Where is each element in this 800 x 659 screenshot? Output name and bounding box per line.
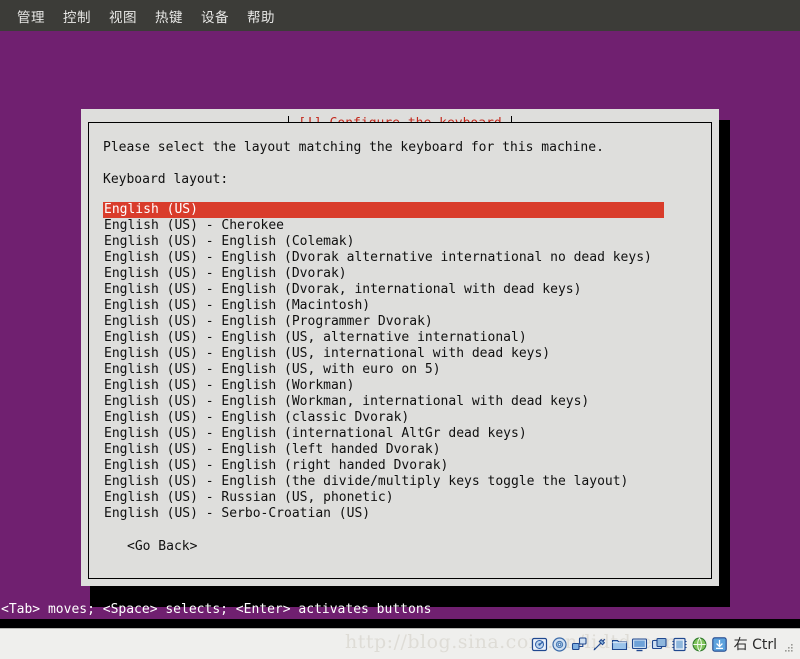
list-item[interactable]: English (US) - Russian (US, phonetic) [103, 490, 697, 506]
cd-dvd-icon[interactable] [551, 636, 568, 653]
list-item[interactable]: English (US) - English (Programmer Dvora… [103, 314, 697, 330]
guest-bottom-strip [0, 619, 800, 628]
list-item[interactable]: English (US) - English (Dvorak, internat… [103, 282, 697, 298]
vm-window-menubar: 管理 控制 视图 热键 设备 帮助 [0, 0, 800, 31]
list-item[interactable]: English (US) - English (left handed Dvor… [103, 442, 697, 458]
guest-screen: [!] Configure the keyboard Please select… [0, 31, 800, 628]
resize-grip[interactable] [782, 638, 794, 650]
dialog-button-row: <Go Back> [103, 539, 697, 555]
list-item[interactable]: English (US) - English (US, alternative … [103, 330, 697, 346]
shared-clipboard-icon[interactable] [651, 636, 668, 653]
cpu-icon[interactable] [671, 636, 688, 653]
menu-control[interactable]: 控制 [54, 2, 100, 30]
shared-folders-icon[interactable] [611, 636, 628, 653]
list-item[interactable]: English (US) - English (Workman) [103, 378, 697, 394]
usb-device-icon[interactable] [591, 636, 608, 653]
vm-statusbar: http://blog.sina.com.cn/lidtdream [0, 628, 800, 659]
list-item[interactable]: English (US) - English (right handed Dvo… [103, 458, 697, 474]
menu-view[interactable]: 视图 [100, 2, 146, 30]
list-item[interactable]: English (US) - Cherokee [103, 218, 697, 234]
vm-device-tray [531, 636, 728, 653]
menu-manage[interactable]: 管理 [8, 2, 54, 30]
list-item[interactable]: English (US) - English (Dvorak alternati… [103, 250, 697, 266]
list-item[interactable]: English (US) - English (Colemak) [103, 234, 697, 250]
list-item[interactable]: English (US) - English (international Al… [103, 426, 697, 442]
guest-additions-icon[interactable] [711, 636, 728, 653]
configure-keyboard-dialog: [!] Configure the keyboard Please select… [81, 109, 719, 586]
dialog-content: Please select the layout matching the ke… [89, 123, 711, 578]
menu-hotkey[interactable]: 热键 [146, 2, 192, 30]
display-icon[interactable] [631, 636, 648, 653]
list-item[interactable]: English (US) - English (Workman, interna… [103, 394, 697, 410]
list-item[interactable]: English (US) - English (Dvorak) [103, 266, 697, 282]
go-back-button[interactable]: <Go Back> [127, 539, 197, 555]
keyboard-layout-label: Keyboard layout: [103, 172, 697, 188]
list-item[interactable]: English (US) - English (US, internationa… [103, 346, 697, 362]
host-key-label: 右 Ctrl [734, 634, 777, 654]
menu-help[interactable]: 帮助 [238, 2, 284, 30]
list-item[interactable]: English (US) - English (Macintosh) [103, 298, 697, 314]
keyboard-layout-list[interactable]: English (US)English (US) - CherokeeEngli… [103, 202, 697, 522]
hard-disk-icon[interactable] [531, 636, 548, 653]
list-item[interactable]: English (US) [103, 202, 664, 218]
list-item[interactable]: English (US) - English (classic Dvorak) [103, 410, 697, 426]
list-item[interactable]: English (US) - English (the divide/multi… [103, 474, 697, 490]
remote-desktop-icon[interactable] [691, 636, 708, 653]
dialog-intro-text: Please select the layout matching the ke… [103, 140, 697, 156]
menu-devices[interactable]: 设备 [192, 2, 238, 30]
installer-help-bar: <Tab> moves; <Space> selects; <Enter> ac… [0, 601, 800, 619]
list-item[interactable]: English (US) - Serbo-Croatian (US) [103, 506, 697, 522]
network-adapter-icon[interactable] [571, 636, 588, 653]
list-item[interactable]: English (US) - English (US, with euro on… [103, 362, 697, 378]
